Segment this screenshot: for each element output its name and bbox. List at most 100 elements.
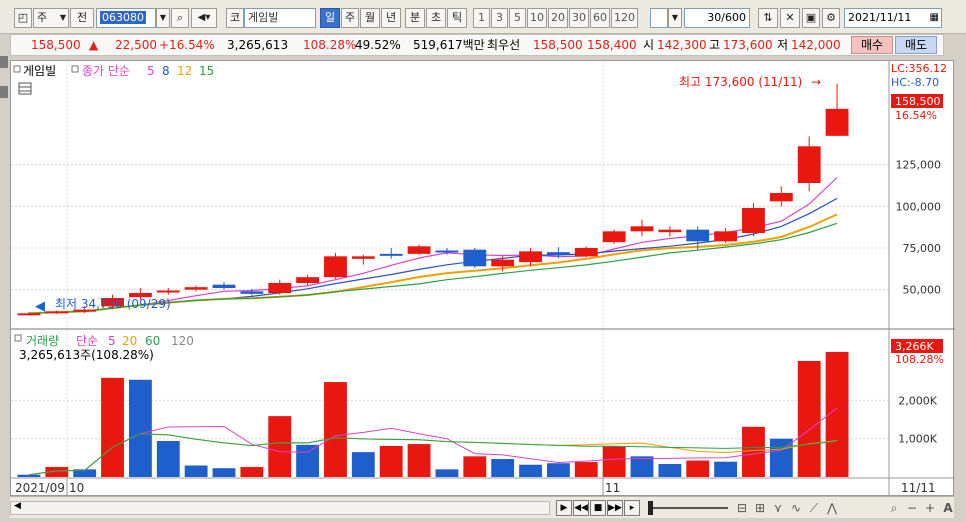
compare-icon[interactable]: ⇅ <box>758 8 778 28</box>
calendar-icon[interactable]: ▦ <box>930 9 939 27</box>
play-end-button[interactable]: ▸ <box>624 500 640 516</box>
scroll-left-icon[interactable]: ◀ <box>14 501 21 511</box>
legend-square-icon <box>14 334 22 342</box>
interval-5-button[interactable]: 5 <box>509 8 526 28</box>
stock-name-field[interactable]: 게임빌 <box>244 8 316 28</box>
interval-10-button[interactable]: 10 <box>527 8 547 28</box>
price-tick-label: 125,000 <box>896 159 942 172</box>
candle-body <box>658 229 682 233</box>
legend-ma5: 5 <box>147 64 155 78</box>
candle-body <box>156 290 180 293</box>
interval-1-button[interactable]: 1 <box>473 8 490 28</box>
scroll-prev-button[interactable]: ◀◀ <box>573 500 589 516</box>
candle-body <box>742 208 765 233</box>
candle-body <box>602 231 626 243</box>
window-menu-icon[interactable]: ◰ <box>14 8 32 28</box>
price-tick-label: 50,000 <box>903 284 942 297</box>
candle-body <box>797 146 821 183</box>
volume-bar <box>156 441 180 477</box>
period-tick-button[interactable]: 틱 <box>447 8 467 28</box>
stock-chart-svg[interactable]: 게임빌 종가 단순 5 8 12 15 LC:356.12 HC:-8.70 5… <box>11 61 955 497</box>
volume-bar <box>101 377 124 477</box>
pattern-tool-icon[interactable]: ⋀ <box>824 500 840 516</box>
crosshair-icon[interactable]: ✕ <box>780 8 800 28</box>
legend-square-icon <box>71 65 79 73</box>
volume-bar <box>324 382 347 477</box>
x-label-nov: 11 <box>605 481 620 495</box>
low-annotation: 최저 34,750 (09/29) <box>55 297 171 311</box>
market-select[interactable]: 주 ▼ <box>33 8 69 28</box>
period-year-button[interactable]: 년 <box>381 8 401 28</box>
high-price: 173,600 <box>723 38 773 52</box>
date-input[interactable]: 2021/11/11 ▦ <box>844 8 942 28</box>
horizontal-scrollbar[interactable]: ◀ <box>10 501 550 515</box>
interval-120-button[interactable]: 120 <box>611 8 638 28</box>
volume-bar <box>546 463 570 477</box>
interval-60-button[interactable]: 60 <box>590 8 610 28</box>
volume-bar <box>602 446 626 477</box>
speaker-icon[interactable]: ◀▾ <box>191 8 217 28</box>
stop-button[interactable]: ■ <box>590 500 606 516</box>
volume-bar <box>742 426 765 477</box>
up-arrow-icon: ▲ <box>89 38 99 52</box>
period-second-button[interactable]: 초 <box>426 8 446 28</box>
candles <box>17 83 849 316</box>
zoom-out-icon[interactable]: ⊟ <box>734 500 750 516</box>
magnifier-icon[interactable]: ⌕ <box>886 500 902 516</box>
price-tick-label: 75,000 <box>903 242 942 255</box>
zoom-slider[interactable] <box>648 501 728 515</box>
gear-icon[interactable]: ⚙ <box>822 8 840 28</box>
volume-bar <box>128 379 152 477</box>
count-input[interactable]: 30/600 <box>684 8 750 28</box>
volume-bar <box>268 416 292 477</box>
interval-custom-input[interactable] <box>650 8 668 28</box>
period-week-button[interactable]: 주 <box>341 8 359 28</box>
market-type-button[interactable]: 코 <box>226 8 244 28</box>
interval-30-button[interactable]: 30 <box>569 8 589 28</box>
code-dropdown-icon[interactable]: ▼ <box>156 8 170 28</box>
candle-body <box>519 251 542 263</box>
minus-icon[interactable]: − <box>904 500 920 516</box>
volume-current: 3,265,613주(108.28%) <box>19 348 154 362</box>
volume-bar <box>630 456 654 477</box>
scroll-next-button[interactable]: ▶▶ <box>607 500 623 516</box>
count-total: /600 <box>721 11 746 24</box>
interval-dropdown-icon[interactable]: ▼ <box>668 8 682 28</box>
candle-body <box>435 250 459 253</box>
code-input[interactable]: 063080 <box>96 8 156 28</box>
candle-body <box>825 108 849 136</box>
wave-tool-icon[interactable]: ∿ <box>788 500 804 516</box>
count-value: 30 <box>707 11 722 24</box>
ask-price: 158,500 <box>533 38 583 52</box>
candle-body <box>574 248 598 257</box>
search-icon[interactable]: ⌕ <box>171 8 189 28</box>
legend-ma-label: 종가 단순 <box>82 64 130 78</box>
period-month-button[interactable]: 월 <box>360 8 380 28</box>
buy-button[interactable]: 매수 <box>851 36 893 54</box>
volume-legend-ma20: 20 <box>122 334 137 348</box>
sell-button[interactable]: 매도 <box>895 36 937 54</box>
scroll-right-button[interactable]: ▶ <box>556 500 572 516</box>
candle-body <box>714 231 738 242</box>
x-label-oct: 10 <box>69 481 84 495</box>
font-size-icon[interactable]: A <box>940 500 956 516</box>
period-minute-button[interactable]: 분 <box>405 8 425 28</box>
candle-body <box>296 277 320 283</box>
market-label: 주 <box>37 11 48 24</box>
interval-20-button[interactable]: 20 <box>548 8 568 28</box>
zoom-in-icon[interactable]: ⊞ <box>752 500 768 516</box>
volume-value: 3,265,613 <box>227 38 289 52</box>
prev-button[interactable]: 전 <box>70 8 94 28</box>
plus-icon[interactable]: + <box>922 500 938 516</box>
volume-bar <box>184 465 208 477</box>
candle-body <box>351 256 375 259</box>
trend-tool-icon[interactable]: ⟋ <box>806 500 822 516</box>
volume-tick-label: 2,000K <box>898 394 937 407</box>
legend-ma12: 12 <box>177 64 192 78</box>
chart-area[interactable]: 게임빌 종가 단순 5 8 12 15 LC:356.12 HC:-8.70 5… <box>10 60 955 497</box>
period-day-button[interactable]: 일 <box>320 8 340 28</box>
candle-body <box>45 311 69 314</box>
interval-3-button[interactable]: 3 <box>491 8 508 28</box>
line-tool-icon[interactable]: ⋎ <box>770 500 786 516</box>
save-icon[interactable]: ▣ <box>802 8 820 28</box>
